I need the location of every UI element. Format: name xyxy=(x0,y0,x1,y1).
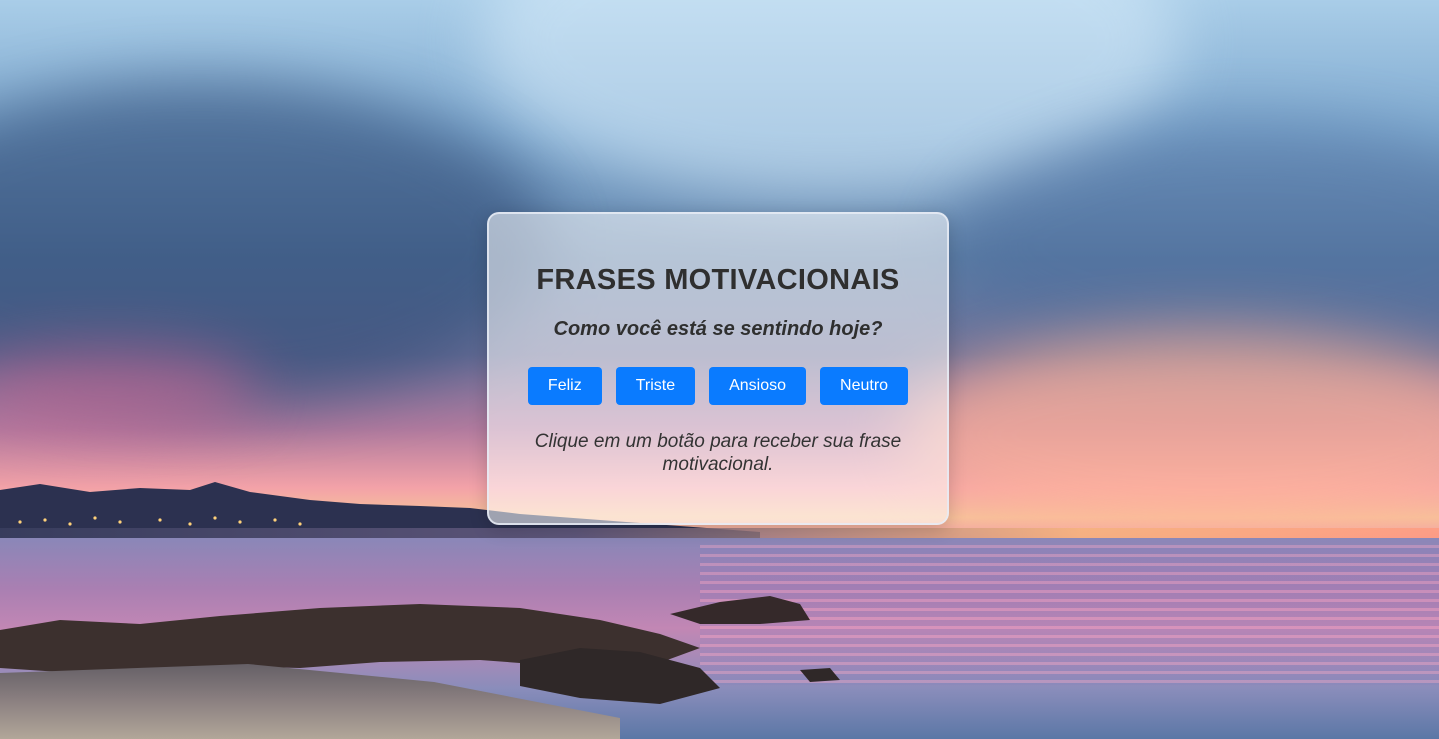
motivational-message: Clique em um botão para receber sua fras… xyxy=(534,431,902,475)
background-landscape: FRASES MOTIVACIONAIS Como você está se s… xyxy=(0,0,1439,739)
mood-question: Como você está se sentindo hoje? xyxy=(553,318,883,340)
feliz-button[interactable]: Feliz xyxy=(527,367,602,405)
mood-card: FRASES MOTIVACIONAIS Como você está se s… xyxy=(487,212,949,525)
sunset-glow xyxy=(900,330,1439,540)
ansioso-button[interactable]: Ansioso xyxy=(709,367,807,405)
triste-button[interactable]: Triste xyxy=(615,367,696,405)
page-title: FRASES MOTIVACIONAIS xyxy=(536,264,900,296)
neutro-button[interactable]: Neutro xyxy=(820,367,909,405)
mood-button-group: Feliz Triste Ansioso Neutro xyxy=(489,367,947,405)
